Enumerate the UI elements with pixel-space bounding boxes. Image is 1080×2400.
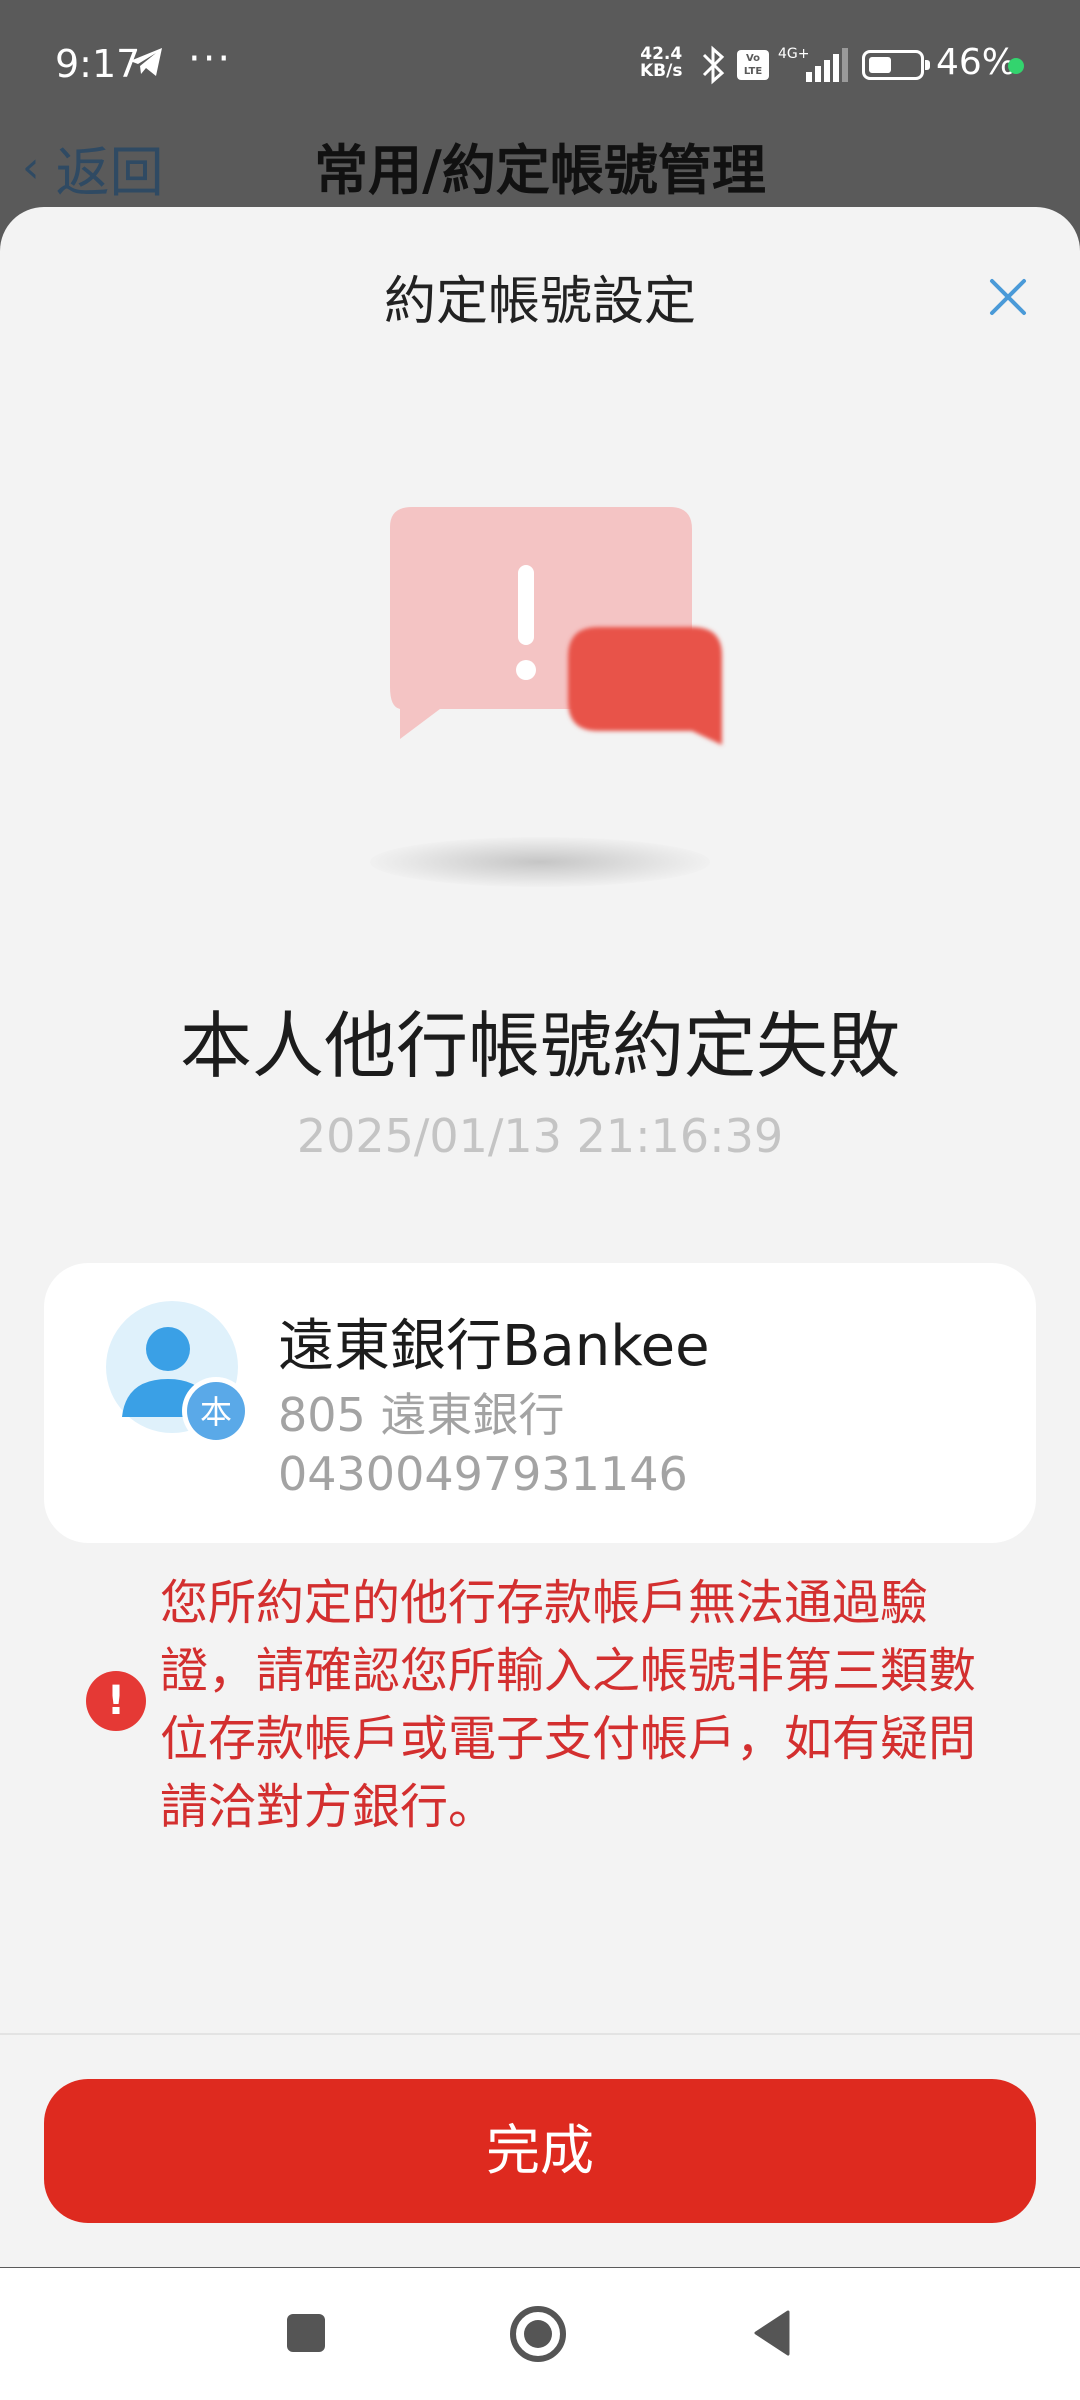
account-number: 04300497931146 (278, 1447, 688, 1501)
more-notifications-icon: ··· (188, 36, 233, 82)
back-triangle-icon[interactable] (752, 2308, 792, 2358)
privacy-indicator-icon (1008, 58, 1024, 74)
close-icon[interactable] (978, 267, 1038, 327)
telegram-icon (130, 48, 162, 76)
status-bar: 9:17 ··· 42.4 KB/s Vo LTE 4G+ 46% (0, 0, 1080, 130)
result-title: 本人他行帳號約定失敗 (179, 1004, 900, 1088)
sheet-title: 約定帳號設定 (383, 272, 696, 332)
volte-icon: Vo LTE (737, 50, 769, 80)
bottom-sheet: 約定帳號設定 本人他行帳號約定失敗 2025/01/13 21:16:39 本 … (0, 207, 1080, 2267)
battery-percent: 46% (936, 42, 1017, 83)
network-speed: 42.4 KB/s (640, 44, 683, 81)
bluetooth-icon (702, 45, 725, 85)
home-button[interactable] (510, 2306, 566, 2362)
page-title: 常用/約定帳號管理 (314, 139, 766, 202)
error-chat-illustration (390, 507, 722, 745)
avatar: 本 (106, 1301, 250, 1445)
svg-text:本: 本 (200, 1393, 232, 1431)
account-name: 遠東銀行Bankee (278, 1314, 710, 1379)
account-bank: 805 遠東銀行 (278, 1388, 565, 1442)
account-card: 本 遠東銀行Bankee 805 遠東銀行 04300497931146 (44, 1263, 1036, 1543)
signal-icon: 4G+ (778, 46, 848, 82)
illustration-shadow (370, 837, 710, 887)
navigation-bar (0, 2268, 1080, 2400)
recents-button[interactable] (287, 2314, 325, 2352)
done-button[interactable]: 完成 (44, 2079, 1036, 2223)
error-message: 您所約定的他行存款帳戶無法通過驗證，請確認您所輸入之帳號非第三類數位存款帳戶或電… (160, 1575, 977, 1835)
svg-text:4G+: 4G+ (778, 46, 810, 62)
divider (0, 2033, 1080, 2035)
battery-icon (862, 50, 930, 80)
result-timestamp: 2025/01/13 21:16:39 (296, 1109, 784, 1163)
error-icon: ! (86, 1671, 146, 1731)
